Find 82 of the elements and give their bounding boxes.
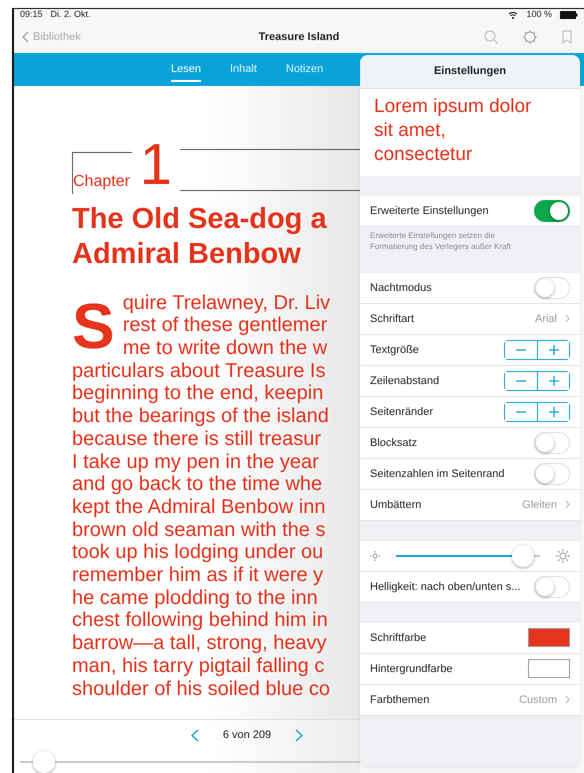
plus-button[interactable] — [537, 340, 569, 359]
text-line: because there is still treasur — [72, 428, 322, 451]
setting-label: Umbättern — [370, 498, 422, 513]
battery-icon — [560, 11, 578, 19]
setting-label: Seitenzahlen im Seitenrand — [370, 466, 506, 482]
text-line: took up his lodging under ou — [72, 541, 324, 564]
battery-percent: 100 % — [526, 9, 552, 22]
text-line: beginning to the end, keepin — [72, 382, 324, 406]
color-swatch[interactable] — [528, 628, 570, 648]
stepper-control[interactable] — [504, 402, 570, 422]
tab[interactable]: Inhalt — [230, 57, 257, 82]
settings-icon[interactable] — [522, 29, 538, 45]
stepper-control[interactable] — [504, 340, 570, 360]
text-line: rest of these gentlemer — [122, 314, 328, 337]
text-line: he came plodding to the inn — [72, 586, 319, 610]
search-icon[interactable] — [484, 30, 498, 44]
setting-value[interactable]: Arial — [534, 310, 570, 328]
setting-label: Seitenränder — [370, 404, 434, 420]
minus-icon — [516, 380, 526, 382]
brightness-high-icon — [556, 548, 570, 563]
text-line: kept the Admiral Benbow inn — [72, 496, 326, 519]
chevron-left-icon[interactable] — [190, 728, 199, 742]
setting-label: Nachtmodus — [370, 280, 433, 296]
bookmark-icon[interactable] — [562, 30, 572, 44]
text-line: man, his tarry pigtail falling c — [72, 654, 326, 678]
text-line: barrow—a tall, strong, heavy — [72, 632, 328, 655]
plus-button[interactable] — [537, 372, 569, 390]
setting-label: Schriftart — [370, 312, 416, 327]
chevron-right-icon — [565, 695, 570, 704]
setting-label: Textgröße — [370, 342, 420, 358]
drop-cap: S — [72, 294, 115, 360]
chapter-number: 1 — [140, 136, 172, 194]
text-line: chest following behind him in — [72, 609, 329, 632]
plus-button[interactable] — [537, 402, 569, 421]
setting-label: Hintergrundfarbe — [370, 662, 454, 677]
chapter-title: Admiral Benbow — [72, 236, 302, 272]
color-swatch[interactable] — [528, 659, 570, 678]
tab[interactable]: Notizen — [286, 57, 324, 82]
text-line: brown old seaman with the s — [72, 518, 326, 542]
status-time: 09:15 — [20, 9, 43, 22]
panel-title: Einstellungen — [434, 64, 506, 80]
chevron-right-icon — [565, 314, 570, 324]
setting-label: Blocksatz — [370, 436, 418, 451]
footnote-text: Erweiterte Einstellungen setzen die Formatierung des Verlegers außer Kraft — [369, 230, 512, 253]
text-line: shoulder of his soiled blue co — [72, 678, 331, 700]
setting-label: Farbthemen — [370, 692, 430, 708]
nav-title: Treasure Island — [258, 30, 340, 45]
text-line: particulars about Treasure Is — [72, 360, 326, 382]
minus-icon — [516, 348, 526, 351]
status-date: Di. 2. Okt. — [50, 9, 91, 22]
chevron-left-icon — [22, 31, 29, 43]
setting-label: Schriftfarbe — [370, 630, 428, 646]
chevron-right-icon[interactable] — [295, 728, 304, 742]
preview-text: Lorem ipsum dolor sit amet, consectetur — [360, 89, 580, 176]
text-line: but the bearings of the island — [72, 405, 330, 428]
plus-icon — [548, 344, 558, 355]
back-link[interactable]: Bibliothek — [22, 28, 81, 46]
setting-label: Erweiterte Einstellungen — [370, 204, 490, 219]
plus-icon — [548, 406, 558, 417]
setting-label: Helligkeit: nach oben/unten s... — [370, 580, 522, 595]
plus-icon — [548, 376, 558, 386]
text-line: I take up my pen in the year — [72, 450, 320, 474]
setting-label: Zeilenabstand — [370, 374, 440, 389]
setting-value[interactable]: Gleiten — [522, 496, 570, 514]
slider-thumb[interactable] — [512, 544, 534, 567]
minus-icon — [516, 410, 526, 413]
setting-value[interactable]: Custom — [519, 692, 570, 708]
chapter-title: The Old Sea-dog a — [72, 202, 328, 237]
brightness-slider[interactable] — [396, 544, 540, 568]
text-line: quire Trelawney, Dr. Liv — [122, 292, 330, 314]
toggle-switch[interactable] — [534, 200, 570, 222]
chevron-right-icon — [565, 500, 570, 510]
chapter-label: Chapter — [73, 172, 130, 192]
page-counter: 6 von 209 — [222, 728, 272, 743]
stepper-control[interactable] — [504, 370, 570, 391]
text-line: me to write down the w — [122, 337, 328, 360]
text-line: and go back to the time whe — [72, 473, 324, 496]
text-line: remember him as if it were y — [72, 564, 324, 587]
tab[interactable]: Lesen — [171, 57, 201, 82]
brightness-low-icon — [370, 550, 380, 561]
slider-thumb[interactable] — [33, 751, 55, 773]
wifi-icon — [508, 11, 518, 19]
